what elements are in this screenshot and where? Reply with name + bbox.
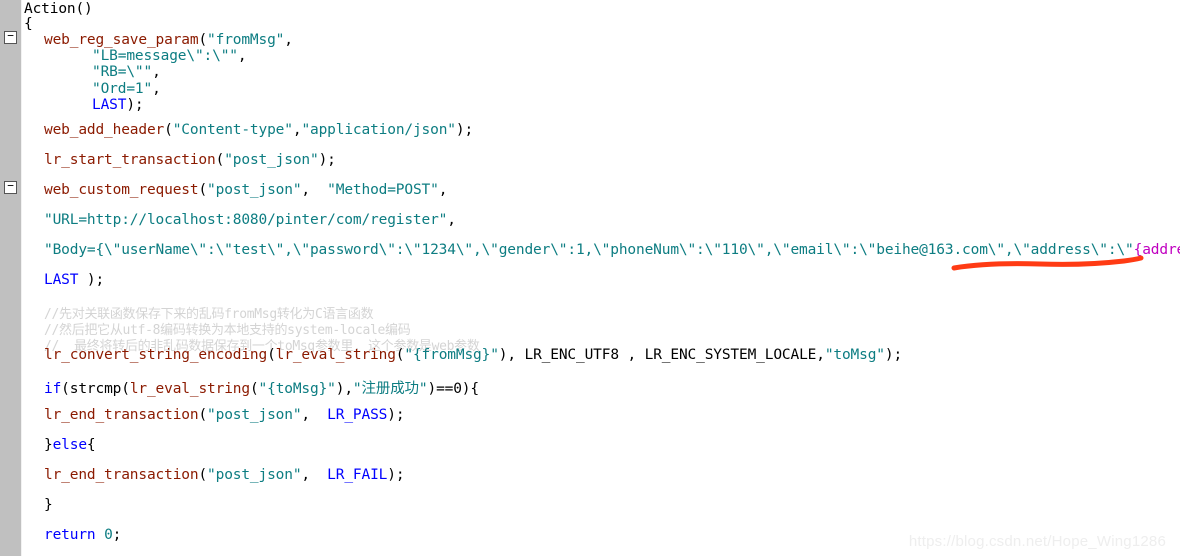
token-close-brace: } [44,437,53,453]
code-text-area[interactable]: Action() { web_reg_save_param("fromMsg",… [22,0,1180,556]
token-paren-open: ( [198,182,208,198]
token-kw-else: else [52,437,87,453]
token-close-paren-semicolon: ); [387,407,405,423]
token-str-lb: "LB=message\":\"" [92,48,238,64]
token-comma: , [301,467,328,483]
token-str-post-json: "post_json" [224,152,319,168]
token-close-paren-semicolon: ); [126,97,144,113]
token-comma: , [438,182,448,198]
token-str-content-type: "Content-type" [172,122,293,138]
token-paren-open: ( [198,467,208,483]
code-line-lr-start-transaction: lr_start_transaction("post_json"); [44,152,336,168]
token-kw-lr-pass: LR_PASS [327,407,388,423]
token-action-signature: Action() [24,1,93,17]
token-fn-web-add-header: web_add_header [44,122,165,138]
code-line-lr-convert-string-encoding: lr_convert_string_encoding(lr_eval_strin… [44,347,902,363]
token-fn-lr-end-transaction: lr_end_transaction [44,467,199,483]
fold-minus-icon: − [7,179,14,192]
token-str-frommsg: "fromMsg" [207,32,285,48]
code-line-if-strcmp: if(strcmp(lr_eval_string("{toMsg}"),"注册成… [44,377,479,398]
token-kw-return: return [44,527,96,543]
code-line-open-brace: { [24,16,33,32]
code-editor-window: − − Action() { web_reg_save_param("fromM… [0,0,1180,556]
token-compare-tail: )==0){ [427,381,479,397]
token-comma: , [447,212,456,228]
fold-marker-web-reg-save-param[interactable]: − [4,29,17,44]
token-paren-open: ( [164,122,173,138]
token-close-paren-semicolon: ); [78,272,105,288]
code-line-lb-arg: "LB=message\":\"", [92,48,247,64]
code-line-lr-end-transaction-pass: lr_end_transaction("post_json", LR_PASS)… [44,407,405,423]
token-paren-open: ( [215,152,225,168]
code-line-return: return 0; [44,527,121,543]
token-paren-open: ( [249,381,259,397]
token-enc-constants: ), LR_ENC_UTF8 , LR_ENC_SYSTEM_LOCALE, [498,347,825,363]
token-close-paren-semicolon: ); [387,467,405,483]
token-fn-lr-start-transaction: lr_start_transaction [44,152,216,168]
token-str-register-success: "注册成功" [352,381,428,397]
token-kw-last: LAST [44,272,79,288]
editor-folding-gutter [0,0,22,556]
token-close-paren-semicolon: ); [455,122,474,138]
code-line-else: }else{ [44,437,96,453]
token-paren-open: ( [267,347,276,363]
code-line-last-arg: LAST); [92,97,144,113]
token-str-application-json: "application/json" [301,122,456,138]
token-str-tomsg-param: "{toMsg}" [258,381,336,397]
token-open-brace: { [24,16,33,32]
fold-minus-icon: − [7,29,14,42]
token-close-paren-semicolon: ); [318,152,336,168]
code-line-web-custom-request: web_custom_request("post_json", "Method=… [44,182,447,198]
token-str-post-json: "post_json" [207,407,302,423]
token-str-rb: "RB=\"" [92,64,153,80]
fold-marker-web-custom-request[interactable]: − [4,179,17,194]
token-param-address: {address} [1133,242,1180,258]
token-fn-lr-eval-string: lr_eval_string [275,347,396,363]
token-str-url: "URL=http://localhost:8080/pinter/com/re… [44,212,448,228]
code-line-web-add-header: web_add_header("Content-type","applicati… [44,122,473,138]
code-line-rb-arg: "RB=\"", [92,64,161,80]
token-str-frommsg-param: "{fromMsg}" [404,347,499,363]
token-strcmp-open: (strcmp( [61,381,130,397]
code-line-ord-arg: "Ord=1", [92,81,161,97]
token-kw-if: if [44,381,62,397]
token-close-paren-semicolon: ); [884,347,903,363]
code-line-lr-end-transaction-fail: lr_end_transaction("post_json", LR_FAIL)… [44,467,405,483]
token-close-brace: } [44,497,53,513]
token-comma: , [284,32,293,48]
token-comma: , [237,48,247,64]
token-open-brace: { [86,437,96,453]
token-fn-web-custom-request: web_custom_request [44,182,199,198]
token-str-method-post: "Method=POST" [327,182,439,198]
token-semicolon: ; [112,527,122,543]
code-line-body-arg: "Body={\"userName\":\"test\",\"password\… [44,242,1180,258]
token-str-post-json: "post_json" [207,182,302,198]
token-num-zero: 0 [95,527,113,543]
token-paren-open: ( [198,32,208,48]
code-line-last-arg-2: LAST ); [44,272,104,288]
token-kw-last: LAST [92,97,127,113]
code-line-action-signature: Action() [24,1,93,17]
token-str-tomsg: "toMsg" [824,347,885,363]
token-str-ord: "Ord=1" [92,81,153,97]
token-comma: ), [335,381,353,397]
token-fn-lr-convert-string-encoding: lr_convert_string_encoding [44,347,268,363]
code-line-web-reg-save-param: web_reg_save_param("fromMsg", [44,32,293,48]
token-fn-web-reg-save-param: web_reg_save_param [44,32,199,48]
token-paren-open: ( [198,407,208,423]
blog-watermark: https://blog.csdn.net/Hope_Wing1286 [908,533,1166,550]
token-comma: , [152,64,161,80]
token-kw-lr-fail: LR_FAIL [327,467,388,483]
token-str-body-prefix: "Body={\"userName\":\"test\",\"password\… [44,242,1134,258]
code-line-url-arg: "URL=http://localhost:8080/pinter/com/re… [44,212,456,228]
token-str-post-json: "post_json" [207,467,302,483]
token-comma: , [301,407,328,423]
token-comma: , [301,182,328,198]
token-fn-lr-eval-string: lr_eval_string [129,381,250,397]
code-line-close-brace-else: } [44,497,53,513]
token-fn-lr-end-transaction: lr_end_transaction [44,407,199,423]
token-comma: , [152,81,161,97]
